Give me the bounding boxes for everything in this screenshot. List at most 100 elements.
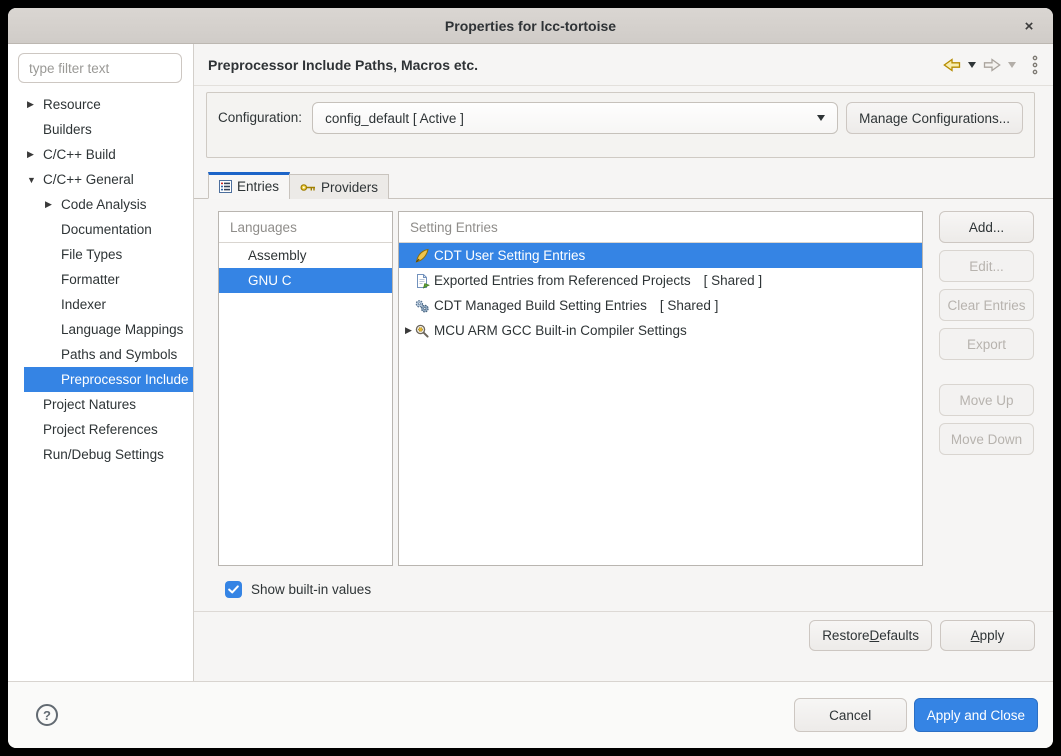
tree-item-label: Code Analysis	[61, 197, 147, 212]
add-button[interactable]: Add...	[939, 211, 1034, 243]
sidebar-item-language-mappings[interactable]: Language Mappings	[8, 317, 193, 342]
entry-row-cdt-user-setting-entries[interactable]: CDT User Setting Entries	[399, 243, 922, 268]
header-toolbar	[943, 55, 1039, 75]
sidebar-item-preprocessor-include-paths-macros-etc[interactable]: Preprocessor Include Paths, Macros etc.	[8, 367, 193, 392]
tree-item-label: Resource	[43, 97, 101, 112]
entry-row-exported-entries-from-referenced-projects[interactable]: Exported Entries from Referenced Project…	[399, 268, 922, 293]
tab-label: Entries	[237, 179, 279, 194]
configuration-selected-value: config_default [ Active ]	[325, 111, 817, 126]
sidebar: ▶ResourceBuilders▶C/C++ Build▼C/C++ Gene…	[8, 44, 194, 681]
configuration-label: Configuration:	[218, 102, 302, 134]
clear-entries-button[interactable]: Clear Entries	[939, 289, 1034, 321]
forward-history-caret-icon[interactable]	[1008, 62, 1016, 68]
language-row-gnu-c[interactable]: GNU C	[219, 268, 392, 293]
sidebar-item-file-types[interactable]: File Types	[8, 242, 193, 267]
chevron-right-icon[interactable]: ▶	[399, 325, 414, 336]
back-arrow-icon[interactable]	[943, 58, 961, 72]
sidebar-item-c-c-build[interactable]: ▶C/C++ Build	[8, 142, 193, 167]
tree-item-label: Run/Debug Settings	[43, 447, 164, 462]
tree-item-label: C/C++ Build	[43, 147, 116, 162]
tree-item-label: Formatter	[61, 272, 120, 287]
sidebar-item-resource[interactable]: ▶Resource	[8, 92, 193, 117]
export-button[interactable]: Export	[939, 328, 1034, 360]
setting-entries-list: CDT User Setting Entries Exported Entries…	[399, 243, 922, 343]
sidebar-tree: ▶ResourceBuilders▶C/C++ Build▼C/C++ Gene…	[8, 92, 193, 467]
forward-arrow-icon[interactable]	[983, 58, 1001, 72]
language-label: Assembly	[248, 248, 307, 263]
show-builtin-row: Show built-in values	[225, 581, 1053, 598]
sidebar-item-paths-and-symbols[interactable]: Paths and Symbols	[8, 342, 193, 367]
apply-button[interactable]: Apply	[940, 620, 1035, 651]
entry-row-mcu-arm-gcc-built-in-compiler-settings[interactable]: ▶ MCU ARM GCC Built-in Compiler Settings	[399, 318, 922, 343]
tab-label: Providers	[321, 180, 378, 195]
settings-pane: Preprocessor Include Paths, Macros etc.	[194, 44, 1053, 681]
show-builtin-label: Show built-in values	[251, 582, 371, 597]
sidebar-item-c-c-general[interactable]: ▼C/C++ General	[8, 167, 193, 192]
page-title: Preprocessor Include Paths, Macros etc.	[208, 57, 943, 73]
entry-shared-badge: [ Shared ]	[660, 298, 719, 313]
chevron-down-icon[interactable]: ▼	[24, 175, 43, 185]
filter-input[interactable]	[18, 53, 182, 83]
tree-item-label: Language Mappings	[61, 322, 183, 337]
tree-item-label: Documentation	[61, 222, 152, 237]
sidebar-item-documentation[interactable]: Documentation	[8, 217, 193, 242]
language-row-assembly[interactable]: Assembly	[219, 243, 392, 268]
tab-providers[interactable]: Providers	[289, 174, 389, 199]
entry-label: Exported Entries from Referenced Project…	[434, 273, 691, 288]
tree-item-label: Paths and Symbols	[61, 347, 177, 362]
move-up-button[interactable]: Move Up	[939, 384, 1034, 416]
sidebar-item-formatter[interactable]: Formatter	[8, 267, 193, 292]
show-builtin-checkbox[interactable]	[225, 581, 242, 598]
languages-panel-header: Languages	[219, 212, 392, 243]
gears-icon	[414, 298, 430, 314]
chevron-right-icon[interactable]: ▶	[42, 199, 61, 210]
tree-item-label: Preprocessor Include Paths, Macros etc.	[61, 372, 194, 387]
doc-export-icon	[414, 273, 430, 289]
edit-button[interactable]: Edit...	[939, 250, 1034, 282]
sidebar-item-code-analysis[interactable]: ▶Code Analysis	[8, 192, 193, 217]
sidebar-item-project-natures[interactable]: Project Natures	[8, 392, 193, 417]
entries-tab-content: Languages Assembly GNU C Setting Entries …	[218, 211, 1034, 566]
language-label: GNU C	[248, 273, 292, 288]
setting-entries-panel: Setting Entries CDT User Setting Entries…	[398, 211, 923, 566]
sidebar-item-indexer[interactable]: Indexer	[8, 292, 193, 317]
chevron-right-icon[interactable]: ▶	[24, 149, 43, 160]
chevron-right-icon[interactable]: ▶	[24, 99, 43, 110]
dialog-footer: ? Cancel Apply and Close	[8, 681, 1053, 748]
tree-item-label: Project Natures	[43, 397, 136, 412]
sidebar-item-builders[interactable]: Builders	[8, 117, 193, 142]
help-icon[interactable]: ?	[36, 704, 58, 726]
key-icon	[300, 182, 316, 193]
sidebar-item-project-references[interactable]: Project References	[8, 417, 193, 442]
entry-label: CDT Managed Build Setting Entries	[434, 298, 647, 313]
languages-panel: Languages Assembly GNU C	[218, 211, 393, 566]
properties-dialog: Properties for lcc-tortoise × ▶ResourceB…	[8, 8, 1053, 748]
apply-and-close-button[interactable]: Apply and Close	[914, 698, 1038, 732]
tree-item-label: C/C++ General	[43, 172, 134, 187]
window-title: Properties for lcc-tortoise	[445, 18, 616, 34]
main-area: ▶ResourceBuilders▶C/C++ Build▼C/C++ Gene…	[8, 44, 1053, 681]
view-menu-dots-icon[interactable]	[1031, 55, 1039, 75]
cancel-button[interactable]: Cancel	[794, 698, 907, 732]
pane-footer: Restore Defaults Apply	[194, 612, 1053, 651]
close-icon[interactable]: ×	[1017, 14, 1041, 38]
back-history-caret-icon[interactable]	[968, 62, 976, 68]
entry-shared-badge: [ Shared ]	[704, 273, 763, 288]
configuration-group: Configuration: config_default [ Active ]…	[206, 92, 1035, 158]
restore-defaults-button[interactable]: Restore Defaults	[809, 620, 932, 651]
magnifier-icon	[414, 323, 430, 339]
tabbar: Entries Providers	[194, 172, 1053, 199]
tree-item-label: File Types	[61, 247, 122, 262]
sidebar-item-run-debug-settings[interactable]: Run/Debug Settings	[8, 442, 193, 467]
manage-configurations-button[interactable]: Manage Configurations...	[846, 102, 1023, 134]
setting-entries-panel-header: Setting Entries	[399, 212, 922, 243]
tree-item-label: Builders	[43, 122, 92, 137]
entry-row-cdt-managed-build-setting-entries[interactable]: CDT Managed Build Setting Entries [ Share…	[399, 293, 922, 318]
entry-label: MCU ARM GCC Built-in Compiler Settings	[434, 323, 687, 338]
configuration-select[interactable]: config_default [ Active ]	[312, 102, 838, 134]
tree-item-label: Project References	[43, 422, 158, 437]
chevron-down-icon	[817, 115, 825, 121]
move-down-button[interactable]: Move Down	[939, 423, 1034, 455]
entry-label: CDT User Setting Entries	[434, 248, 585, 263]
tab-entries[interactable]: Entries	[208, 172, 290, 199]
